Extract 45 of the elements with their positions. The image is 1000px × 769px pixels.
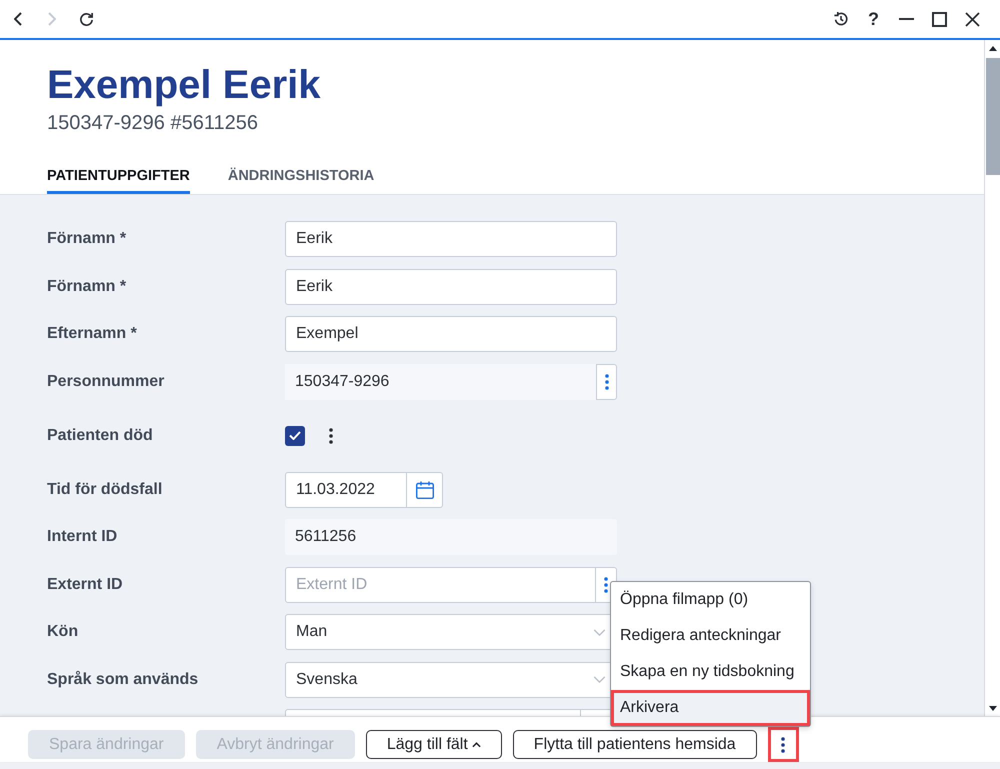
more-options-button[interactable] (768, 727, 799, 762)
field-label: Förnamn * (47, 276, 126, 296)
chevron-left-icon[interactable] (14, 12, 22, 26)
tab[interactable]: ÄNDRINGSHISTORIA (228, 162, 374, 194)
scroll-down-arrow-icon[interactable] (988, 706, 996, 710)
kebab-icon (604, 374, 608, 390)
calendar-button[interactable] (407, 472, 443, 508)
close-icon[interactable] (965, 12, 980, 26)
checkmark-icon (289, 431, 301, 440)
field-label: Externt ID (47, 574, 123, 594)
field-label: Tid för dödsfall (47, 480, 162, 500)
more-options-button[interactable] (596, 364, 617, 400)
field-label: Efternamn * (47, 324, 137, 344)
readonly-field: 5611256 (285, 519, 617, 555)
kebab-icon (604, 576, 608, 592)
text-field[interactable]: Eerik (285, 221, 617, 257)
menu-item[interactable]: Arkivera (611, 690, 810, 726)
scroll-up-arrow-icon[interactable] (988, 46, 996, 50)
field-label: Personnummer (47, 372, 164, 392)
field-label: Språk som används (47, 670, 198, 690)
patient-name-heading: Exempel Eerik (47, 62, 320, 109)
chevron-up-icon (472, 742, 481, 748)
field-label: Förnamn * (47, 229, 126, 249)
field-label: Kön (47, 622, 78, 642)
chevron-down-icon (593, 628, 606, 636)
kebab-icon (781, 736, 786, 752)
scrollbar[interactable] (984, 40, 1000, 716)
footer-button[interactable]: Flytta till patientens hemsida (512, 730, 757, 759)
checkbox[interactable] (285, 426, 305, 446)
readonly-field: 150347-9296 (285, 364, 596, 400)
field-label: Patienten död (47, 426, 153, 446)
text-field[interactable]: Exempel (285, 316, 617, 352)
history-icon[interactable] (832, 11, 848, 27)
text-field[interactable]: Eerik (285, 268, 617, 304)
maximize-icon[interactable] (932, 12, 947, 26)
chevron-down-icon (593, 676, 606, 683)
field-label: Internt ID (47, 527, 118, 547)
kebab-icon[interactable] (329, 428, 333, 444)
date-field[interactable]: 11.03.2022 (285, 472, 407, 508)
refresh-icon[interactable] (78, 12, 94, 26)
calendar-icon (416, 480, 434, 498)
footer-button[interactable]: Lägg till fält (366, 730, 502, 759)
help-button[interactable]: ? (868, 9, 879, 29)
scrollbar-thumb[interactable] (986, 58, 1000, 175)
patient-id-text: 150347-9296 #5611256 (47, 111, 258, 136)
